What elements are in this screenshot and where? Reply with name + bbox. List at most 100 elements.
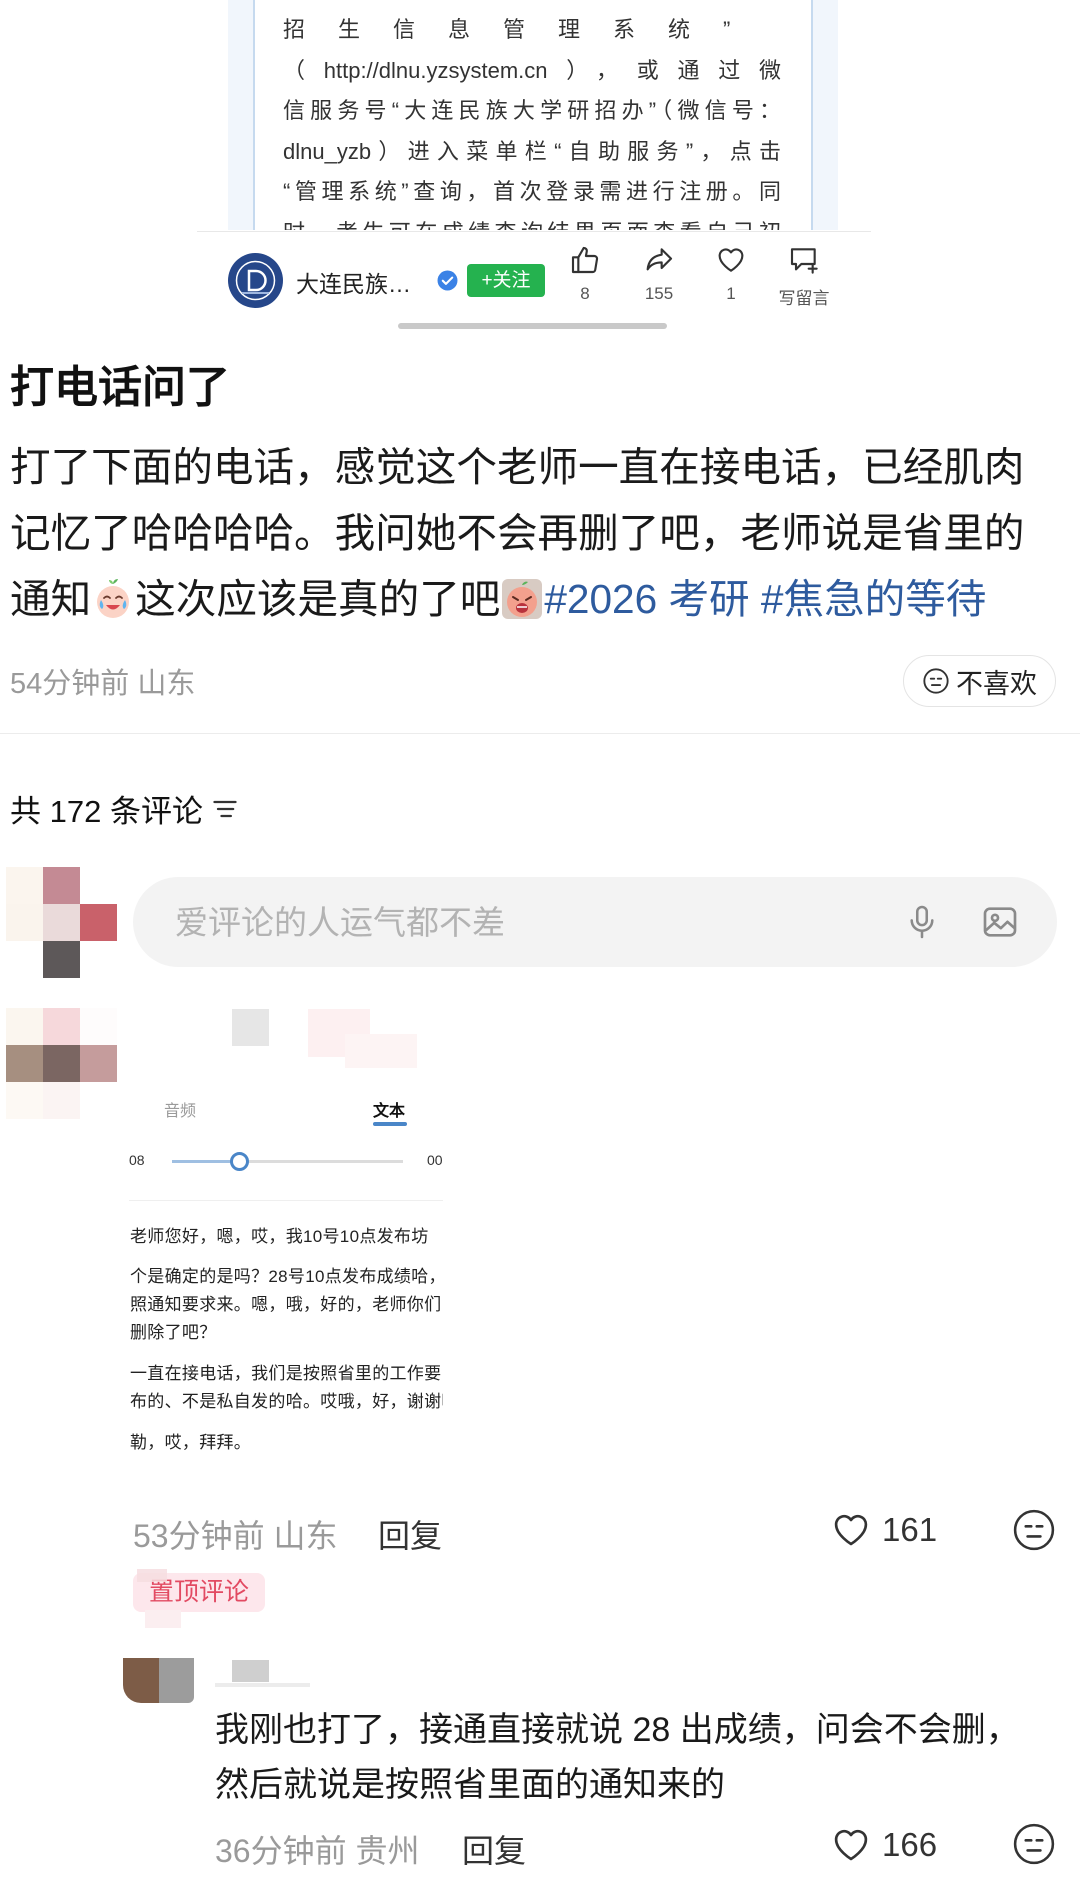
- hashtag-link[interactable]: #2026 考研: [544, 566, 749, 632]
- account-name[interactable]: 大连民族…: [296, 265, 411, 299]
- tab-audio: 音频: [164, 1103, 197, 1120]
- comment-label: 写留言: [778, 289, 830, 308]
- transcript-line: 勒，哎，拜拜。: [130, 1433, 252, 1452]
- article-comment-button[interactable]: 写留言: [769, 244, 839, 309]
- article-divider: [197, 231, 871, 232]
- heart-icon: [834, 1829, 868, 1861]
- comment-dislike-button[interactable]: [1012, 1508, 1056, 1552]
- reply-location: 贵州: [355, 1833, 420, 1869]
- transcript-line: 一直在接电话，我们是按照省里的工作要: [130, 1364, 442, 1383]
- comment-location: 山东: [273, 1518, 338, 1554]
- article-line: 信服务号“大连民族大学研招办”（微信号：: [283, 98, 781, 123]
- tab-active-indicator: [373, 1122, 407, 1126]
- follow-button[interactable]: +关注: [467, 264, 545, 297]
- reply-username-blur: [215, 1683, 310, 1687]
- article-preview-card[interactable]: 招生信息管理系统” （http://dlnu.yzsystem.cn），或通过微…: [228, 0, 838, 230]
- heart-icon: [718, 248, 744, 272]
- comment-meta: 53分钟前 山东: [133, 1511, 338, 1557]
- mosaic-blur: [137, 1569, 167, 1582]
- like-count: 8: [580, 284, 590, 303]
- transcript-line: 老师您好，嗯，哎，我10号10点发布坊: [130, 1227, 429, 1246]
- article-line: （http://dlnu.yzsystem.cn），或通过微: [283, 57, 781, 83]
- article-line: 时，考生可在成绩查询结果页面查看自己初: [283, 213, 781, 231]
- comment-add-icon: [790, 248, 818, 274]
- microphone-icon[interactable]: [903, 903, 941, 941]
- reply-like-count: 166: [882, 1826, 938, 1863]
- reply-text-line: 然后就说是按照省里面的通知来的: [215, 1766, 725, 1804]
- neutral-face-icon: [923, 668, 949, 694]
- neutral-face-icon: [1013, 1823, 1055, 1865]
- heart-icon: [834, 1514, 868, 1546]
- article-right-border: [811, 0, 838, 230]
- comments-header: 共 172 条评论: [10, 786, 239, 831]
- comment-like-button[interactable]: 161: [830, 1509, 937, 1551]
- share-count: 155: [644, 284, 674, 303]
- neutral-face-icon: [1013, 1509, 1055, 1551]
- reply-text-line: 我刚也打了，接通直接就说 28 出成绩，问会不会删，: [215, 1711, 1020, 1749]
- comment-input-bar[interactable]: [133, 877, 1057, 969]
- article-line: 招生信息管理系统”: [283, 17, 764, 42]
- reply-avatar[interactable]: [123, 1658, 159, 1703]
- transcript-line: 布的、不是私自发的哈。哎哦，好，谢谢叩: [130, 1392, 443, 1411]
- mosaic-blur: [145, 1610, 181, 1628]
- commenter-avatar[interactable]: [6, 1008, 117, 1119]
- image-upload-icon[interactable]: [980, 902, 1020, 942]
- playback-thumb: [229, 1152, 249, 1171]
- commenter-name[interactable]: [232, 1009, 269, 1046]
- thumbs-up-icon: [571, 246, 599, 274]
- post-body-text: 通知: [10, 576, 92, 622]
- playback-progress: [172, 1160, 239, 1163]
- reply-dislike-button[interactable]: [1012, 1822, 1056, 1866]
- hashtag-link[interactable]: #焦急的等待: [761, 566, 986, 632]
- playback-time-start: 08: [129, 1152, 145, 1168]
- transcript-line: 照通知要求来。嗯，哦，好的，老师你们: [130, 1295, 442, 1314]
- article-like-button[interactable]: 8: [550, 244, 620, 304]
- verified-badge-icon: [437, 270, 458, 291]
- post-body-line: 打了下面的电话，感觉这个老师一直在接电话，已经肌肉: [10, 444, 1025, 490]
- comment-input[interactable]: [173, 877, 857, 969]
- reply-time: 36分钟前: [215, 1833, 347, 1869]
- comment-time: 53分钟前: [133, 1518, 265, 1554]
- reply-reply-button[interactable]: 回复: [462, 1826, 526, 1872]
- favorite-count: 1: [726, 284, 736, 303]
- reply-text: 我刚也打了，接通直接就说 28 出成绩，问会不会删， 然后就说是按照省里面的通知…: [215, 1703, 1070, 1813]
- article-favorite-button[interactable]: 1: [696, 244, 766, 304]
- article-left-border: [228, 0, 255, 230]
- current-user-avatar[interactable]: [6, 867, 117, 978]
- article-line: “管理系统”查询，首次登录需进行注册。同: [283, 179, 781, 204]
- section-divider: [0, 733, 1080, 734]
- dislike-label: 不喜欢: [956, 668, 1037, 699]
- share-icon: [646, 248, 673, 271]
- post-location: 山东: [137, 668, 196, 700]
- crying-emoji-icon: [92, 578, 134, 620]
- post-body-line: 通知 这次应该是真的了吧 #2026 考研 #焦急的等待: [10, 566, 1072, 632]
- comment-like-count: 161: [882, 1511, 938, 1548]
- image-scroll-indicator[interactable]: [398, 323, 667, 329]
- commenter-name-blur: [345, 1034, 417, 1068]
- post-body-line: 记忆了哈哈哈哈。我问她不会再删了吧，老师说是省里的: [10, 510, 1025, 556]
- post-body: 打了下面的电话，感觉这个老师一直在接电话，已经肌肉 记忆了哈哈哈哈。我问她不会再…: [10, 434, 1072, 632]
- reply-username[interactable]: [232, 1660, 269, 1682]
- reply-like-button[interactable]: 166: [830, 1824, 937, 1866]
- tired-emoji-icon: [501, 578, 543, 620]
- university-logo-icon: [229, 254, 282, 307]
- sort-icon[interactable]: [211, 796, 239, 822]
- reply-meta: 36分钟前 贵州: [215, 1826, 420, 1872]
- playback-time-end: 00: [427, 1152, 443, 1168]
- account-avatar[interactable]: [228, 253, 283, 308]
- reply-avatar-blur: [159, 1658, 194, 1703]
- dislike-button[interactable]: 不喜欢: [903, 655, 1056, 707]
- transcript-line: 个是确定的是吗？28号10点发布成绩哈，: [130, 1267, 443, 1286]
- post-body-text: 这次应该是真的了吧: [135, 576, 501, 622]
- reply-button[interactable]: 回复: [378, 1511, 442, 1557]
- transcript-line: 删除了吧？: [130, 1323, 217, 1342]
- transcript-divider: [129, 1200, 443, 1201]
- comment-image[interactable]: 音频 文本 08 00 老师您好，嗯，哎，我10号10点发布坊 个是确定的是吗？…: [129, 1085, 443, 1466]
- article-line: dlnu_yzb）进入菜单栏“自助服务”，点击: [283, 138, 781, 164]
- post-meta: 54分钟前 山东: [10, 660, 195, 702]
- article-share-button[interactable]: 155: [624, 244, 694, 304]
- post-time: 54分钟前: [10, 668, 130, 700]
- post-title: 打电话问了: [10, 363, 230, 412]
- comments-count: 共 172 条评论: [10, 794, 203, 829]
- article-text: 招生信息管理系统” （http://dlnu.yzsystem.cn），或通过微…: [283, 10, 781, 230]
